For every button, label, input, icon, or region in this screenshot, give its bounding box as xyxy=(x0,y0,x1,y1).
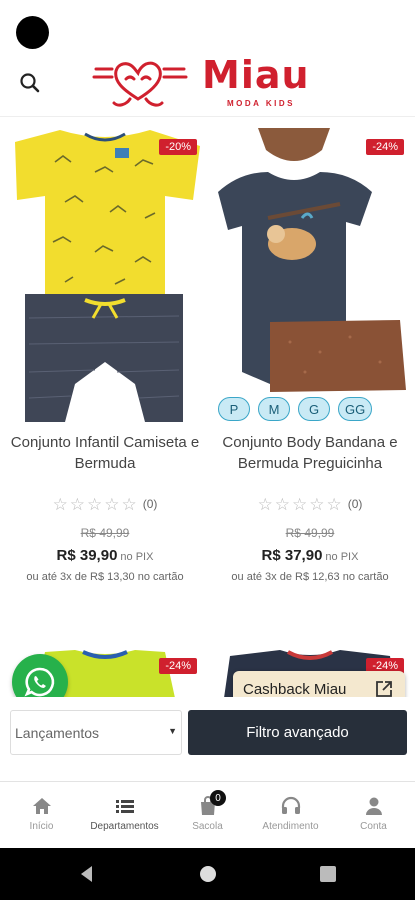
star-icon: ☆☆☆☆☆ xyxy=(257,495,344,514)
discount-badge: -20% xyxy=(159,139,197,155)
headset-icon xyxy=(281,796,300,814)
installments-text: ou até 3x de R$ 12,63 no cartão xyxy=(231,571,389,583)
heart-logo-icon xyxy=(92,61,188,107)
size-chip-gg[interactable]: GG xyxy=(338,397,373,421)
star-icon: ☆☆☆☆☆ xyxy=(52,495,139,514)
size-chip-g[interactable]: G xyxy=(298,397,330,421)
nav-label: Atendimento xyxy=(262,821,319,832)
nav-item-departamentos[interactable]: Departamentos xyxy=(83,782,166,848)
nav-item-atendimento[interactable]: Atendimento xyxy=(249,782,332,848)
nav-item-inicio[interactable]: Início xyxy=(0,782,83,848)
product-photo-body-bandana xyxy=(218,128,406,392)
product-name[interactable]: Conjunto Body Bandana e Bermuda Preguici… xyxy=(210,432,410,476)
brand-tagline: MODA KIDS xyxy=(227,99,295,108)
nav-label: Sacola xyxy=(192,821,223,832)
app-header: Miau MODA KIDS xyxy=(0,53,415,117)
discount-badge: -24% xyxy=(159,658,197,674)
price-value: R$ 37,90 xyxy=(261,547,323,564)
product-name[interactable]: Conjunto Infantil Camiseta e Bermuda xyxy=(5,432,205,476)
list-icon xyxy=(115,800,134,813)
price-value: R$ 39,90 xyxy=(56,547,118,564)
product-photo-tshirt-shorts xyxy=(15,130,200,422)
rating-stars: ☆☆☆☆☆ (0) xyxy=(210,495,410,515)
nav-label: Departamentos xyxy=(90,821,159,832)
nav-label: Início xyxy=(29,821,54,832)
discount-badge: -24% xyxy=(366,139,404,155)
price-row: R$ 39,90 no PIX xyxy=(5,547,205,565)
nav-item-sacola[interactable]: 0 Sacola xyxy=(166,782,249,848)
filter-bar: Lançamentos ▼ Filtro avançado xyxy=(0,697,415,775)
system-nav-bar xyxy=(0,848,415,900)
advanced-filter-button[interactable]: Filtro avançado xyxy=(188,710,407,755)
bag-count-badge: 0 xyxy=(210,790,226,806)
back-icon[interactable] xyxy=(77,864,97,884)
product-image[interactable]: -20% xyxy=(5,122,205,432)
home-circle-icon[interactable] xyxy=(198,864,218,884)
home-icon xyxy=(32,798,51,814)
installments-text: ou até 3x de R$ 13,30 no cartão xyxy=(26,571,184,583)
price-suffix: no PIX xyxy=(325,551,359,563)
brand-name: Miau xyxy=(202,53,310,97)
rating-count: (0) xyxy=(347,497,363,511)
search-button[interactable] xyxy=(16,69,44,97)
size-options: P M G GG xyxy=(218,397,373,421)
brand-logo[interactable]: Miau MODA KIDS xyxy=(92,53,332,113)
rating-stars: ☆☆☆☆☆ (0) xyxy=(5,495,205,515)
bottom-nav: Início Departamentos 0 Sacola Atendiment… xyxy=(0,781,415,848)
product-card[interactable]: -24% P M G GG Conjunto Body Bandana e Be… xyxy=(210,122,410,583)
price-row: R$ 37,90 no PIX xyxy=(210,547,410,565)
price-suffix: no PIX xyxy=(120,551,154,563)
nav-label: Conta xyxy=(360,821,387,832)
sort-select[interactable]: Lançamentos ▼ xyxy=(10,710,182,755)
user-icon xyxy=(365,797,382,815)
rating-count: (0) xyxy=(142,497,158,511)
external-link-icon xyxy=(376,681,392,697)
whatsapp-icon xyxy=(24,667,55,697)
old-price: R$ 49,99 xyxy=(80,526,130,540)
product-image[interactable]: -24% P M G GG xyxy=(210,122,410,432)
cashback-label: Cashback Miau xyxy=(243,680,347,698)
nav-item-conta[interactable]: Conta xyxy=(332,782,415,848)
caret-down-icon: ▼ xyxy=(168,726,177,736)
product-card[interactable]: -20% Conjunto Infantil Camiseta e Bermud… xyxy=(5,122,205,583)
size-chip-p[interactable]: P xyxy=(218,397,250,421)
camera-cutout xyxy=(16,16,49,49)
recents-icon[interactable] xyxy=(318,864,338,884)
size-chip-m[interactable]: M xyxy=(258,397,290,421)
old-price: R$ 49,99 xyxy=(285,526,335,540)
sort-value: Lançamentos xyxy=(15,725,100,741)
search-icon xyxy=(20,73,40,93)
